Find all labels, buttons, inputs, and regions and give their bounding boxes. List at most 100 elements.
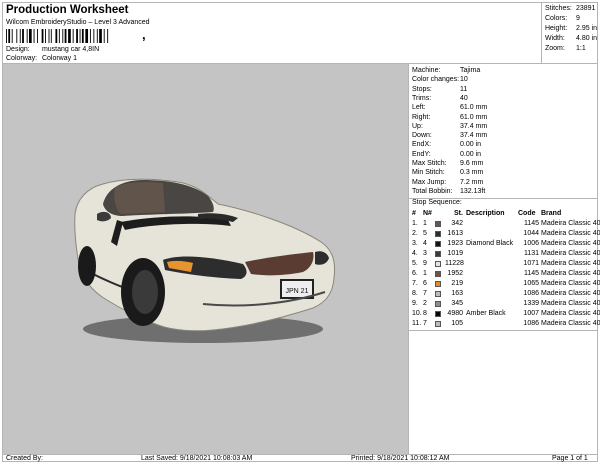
info-value: 37.4 mm (460, 132, 488, 140)
design-label: Design: (6, 46, 30, 53)
barcode-bar (22, 29, 24, 43)
thread-color-swatch (435, 281, 441, 287)
stat-stitches: Stitches: 23891 (545, 5, 596, 12)
machine-info-panel: Machine: Tajima Color changes:10 Stops: 11 Tr… (409, 64, 600, 454)
barcode-bar (29, 29, 32, 43)
stat-width: Width: 4.80 in (545, 35, 598, 42)
mustang-car-embroidery: JPN 21 (74, 178, 336, 343)
barcode-bar (68, 29, 71, 43)
colorway-value: Colorway 1 (41, 55, 77, 62)
stop-sequence-header: # N# St. Description Code Brand (409, 209, 598, 219)
design-name-row: Design: mustang car 4,8IN (6, 46, 99, 53)
info-value: 11 (460, 85, 468, 93)
stat-zoom: Zoom: 1:1 (545, 45, 586, 52)
seq-num: 5. (412, 260, 418, 267)
thread-brand: Madeira Classic 40 (541, 310, 600, 317)
barcode-bar (79, 29, 81, 43)
stitch-count: 345 (451, 300, 463, 307)
needle-number: 9 (423, 260, 427, 267)
thread-color-swatch (435, 271, 441, 277)
thread-brand: Madeira Classic 40 (541, 220, 600, 227)
stop-sequence-row: 2. 5 1613 1044 Madeira Classic 40 (409, 229, 600, 239)
footer-last-saved: Last Saved: 9/18/2021 10:08:03 AM (141, 455, 253, 462)
thread-brand: Madeira Classic 40 (541, 320, 600, 327)
info-value: 0.00 in (460, 141, 482, 149)
barcode-bar (72, 29, 74, 43)
thread-color-swatch (435, 241, 441, 247)
info-value: 132.13ft (460, 187, 486, 195)
stop-sequence-title: Stop Sequence: (412, 199, 462, 206)
barcode-bar (89, 29, 91, 43)
stop-sequence-row: 11. 7 105 1086 Madeira Classic 40 (409, 319, 600, 329)
info-value: 61.0 mm (460, 104, 488, 112)
stop-sequence-row: 6. 1 1952 1145 Madeira Classic 40 (409, 269, 600, 279)
thread-code: 1086 (523, 320, 539, 327)
seq-num: 7. (412, 280, 418, 287)
stitch-count: 1019 (447, 250, 463, 257)
needle-number: 6 (423, 280, 427, 287)
thread-brand: Madeira Classic 40 (541, 240, 600, 247)
thread-code: 1071 (523, 260, 539, 267)
thread-code: 1086 (523, 290, 539, 297)
barcode-bar (45, 29, 46, 43)
seq-num: 11. (412, 320, 422, 327)
design-value: mustang car 4,8IN (41, 46, 100, 53)
info-value: 9.6 mm (460, 160, 484, 167)
barcode-bar (50, 29, 52, 43)
needle-number: 1 (423, 220, 427, 227)
col-needle: N# (423, 210, 432, 217)
barcode-bar (41, 29, 44, 43)
stitch-count: 105 (451, 320, 463, 327)
stop-sequence-row: 1. 1 342 1145 Madeira Classic 40 (409, 219, 600, 229)
col-code: Code (518, 210, 536, 217)
seq-num: 3. (412, 240, 418, 247)
col-description: Description (466, 210, 505, 217)
col-stitches: St. (454, 210, 463, 217)
needle-number: 7 (423, 320, 427, 327)
thread-code: 1065 (523, 280, 539, 287)
footer-divider (3, 454, 598, 455)
thread-code: 1044 (523, 230, 539, 237)
stitch-count: 1613 (447, 230, 463, 237)
needle-number: 1 (423, 270, 427, 277)
thread-brand: Madeira Classic 40 (541, 250, 600, 257)
footer-created-by: Created By: (6, 455, 43, 462)
footer-printed: Printed: 9/18/2021 10:08:12 AM (351, 455, 450, 462)
barcode-bar (62, 29, 64, 43)
info-value: Tajima (460, 67, 481, 74)
barcode-bar (11, 29, 13, 43)
thread-code: 1145 (523, 220, 539, 227)
thread-color-swatch (435, 221, 441, 227)
barcode-bar (93, 29, 95, 43)
thread-color-swatch (435, 311, 441, 317)
needle-number: 3 (423, 250, 427, 257)
thread-brand: Madeira Classic 40 (541, 260, 600, 267)
thread-color-swatch (435, 321, 441, 327)
barcode-bar (85, 29, 89, 43)
info-row: Total Bobbin: 132.13ft (412, 187, 485, 197)
stitch-count: 219 (451, 280, 463, 287)
barcode-bar (99, 29, 102, 43)
thread-code: 1339 (523, 300, 539, 307)
seq-num: 10. (412, 310, 422, 317)
barcode-bar (81, 29, 84, 43)
col-num: # (412, 210, 416, 217)
thread-brand: Madeira Classic 40 (541, 230, 600, 237)
stitch-count: 11228 (445, 260, 464, 267)
software-subtitle: Wilcom EmbroideryStudio – Level 3 Advanc… (6, 19, 150, 26)
car-rear-window (114, 182, 165, 214)
thread-brand: Madeira Classic 40 (541, 290, 600, 297)
colorway-row: Colorway: Colorway 1 (6, 55, 77, 62)
seq-num: 9. (412, 300, 418, 307)
thread-brand: Madeira Classic 40 (541, 270, 600, 277)
barcode-bar (37, 29, 38, 43)
stitch-count: 4980 (447, 310, 463, 317)
stop-sequence-row: 7. 6 219 1065 Madeira Classic 40 (409, 279, 600, 289)
thread-color-swatch (435, 251, 441, 257)
barcode-bar (6, 29, 7, 43)
stitch-count: 1952 (447, 270, 463, 277)
barcode-bar (64, 29, 67, 43)
info-label: Total Bobbin: (412, 187, 453, 195)
seq-num: 6. (412, 270, 418, 277)
needle-number: 2 (423, 300, 427, 307)
